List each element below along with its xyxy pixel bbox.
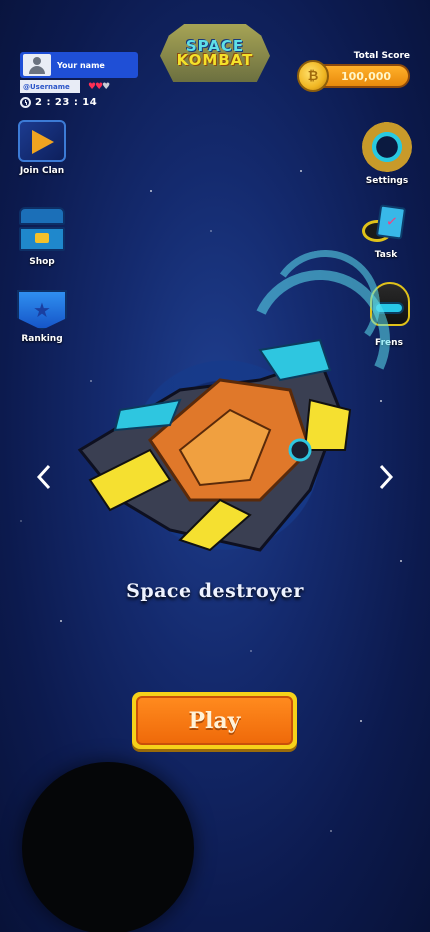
timer: 2 : 23 : 14 (20, 97, 138, 108)
ranking-label: Ranking (21, 334, 63, 344)
total-score-label: Total Score (353, 51, 410, 61)
play-button[interactable]: Play (132, 692, 297, 749)
treasure-chest-icon (17, 205, 67, 253)
profile-panel[interactable]: Your name @Username ♥♥♥ 2 : 23 : 14 (20, 52, 138, 108)
logo-line-2: KOMBAT (176, 51, 254, 69)
dark-planet (22, 762, 194, 932)
spaceship-icon (77, 338, 352, 552)
next-ship-arrow[interactable] (374, 462, 398, 492)
game-logo: SPACE KOMBAT (160, 24, 270, 82)
shop-label: Shop (29, 257, 55, 267)
play-label: Play (188, 707, 241, 734)
previous-ship-arrow[interactable] (32, 462, 56, 492)
join-clan-label: Join Clan (19, 166, 65, 176)
profile-name-box[interactable]: Your name (20, 52, 138, 78)
coin-icon: ₿ (297, 60, 329, 92)
profile-name: Your name (57, 60, 105, 70)
task-icon (362, 204, 410, 246)
gear-icon (362, 122, 412, 172)
avatar[interactable] (23, 54, 51, 76)
settings-button[interactable]: Settings (362, 122, 412, 186)
clan-icon (18, 120, 66, 162)
chevron-right-icon (379, 464, 394, 490)
heart-empty-icon: ♥ (102, 81, 110, 92)
lives-hearts: ♥♥♥ (88, 81, 110, 92)
ship-name: Space destroyer (126, 580, 304, 602)
total-score-value: 100,000 (340, 69, 392, 83)
spaceship-display (60, 241, 410, 580)
chevron-left-icon (36, 464, 51, 490)
join-clan-button[interactable]: Join Clan (18, 120, 66, 176)
timer-text: 2 : 23 : 14 (35, 97, 98, 108)
profile-username: @Username (20, 80, 80, 93)
clock-icon (20, 97, 31, 108)
settings-label: Settings (365, 176, 409, 186)
